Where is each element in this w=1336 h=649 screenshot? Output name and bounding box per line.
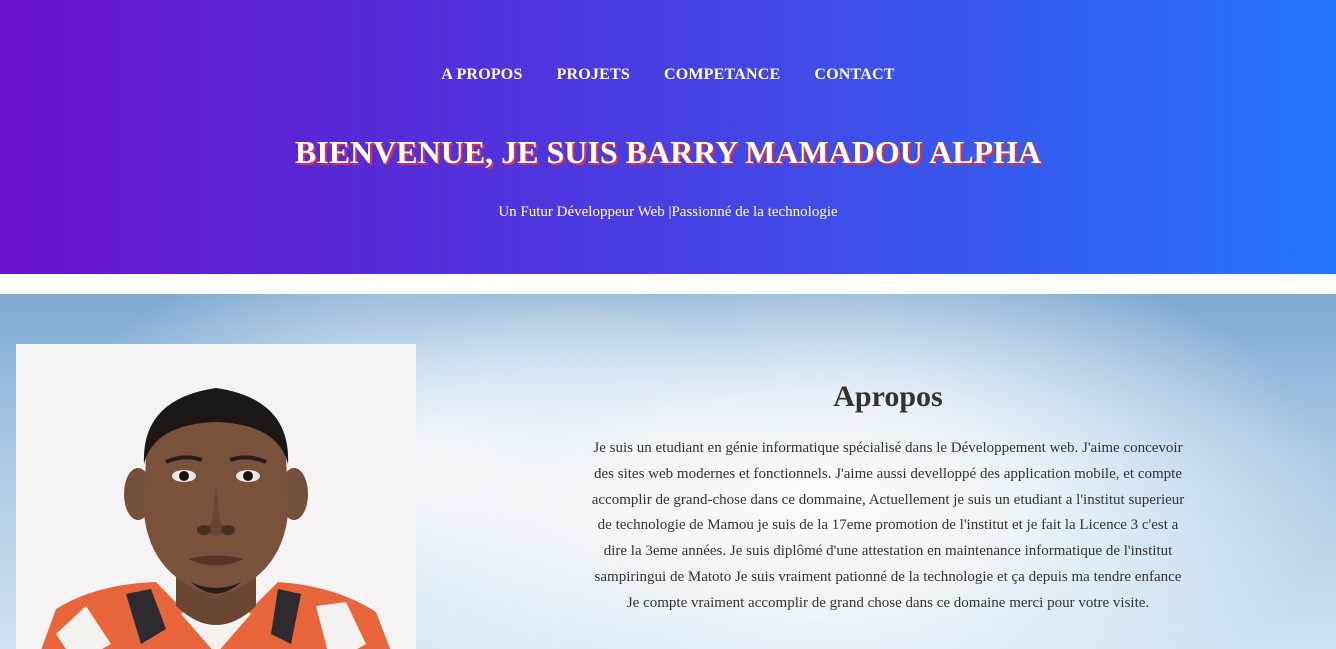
nav-link-projets[interactable]: PROJETS <box>557 64 630 86</box>
about-paragraph: Je suis un etudiant en génie informatiqu… <box>591 440 1185 611</box>
profile-photo-illustration <box>16 344 416 649</box>
hero-header: A PROPOS PROJETS COMPETANCE CONTACT BIEN… <box>0 0 1336 274</box>
nav-link-competance[interactable]: COMPETANCE <box>664 64 780 86</box>
nav-link-contact[interactable]: CONTACT <box>814 64 894 86</box>
hero-subtitle: Un Futur Développeur Web |Passionné de l… <box>498 204 838 220</box>
nav-link-apropos[interactable]: A PROPOS <box>441 64 522 86</box>
about-section: Apropos Je suis un etudiant en génie inf… <box>0 294 1336 649</box>
hero-title: BIENVENUE, JE SUIS BARRY MAMADOU ALPHA <box>294 134 1042 170</box>
profile-photo <box>16 344 416 649</box>
about-heading: Apropos <box>833 380 943 413</box>
main-nav: A PROPOS PROJETS COMPETANCE CONTACT <box>0 64 1336 86</box>
about-text-block: Apropos Je suis un etudiant en génie inf… <box>588 374 1188 617</box>
